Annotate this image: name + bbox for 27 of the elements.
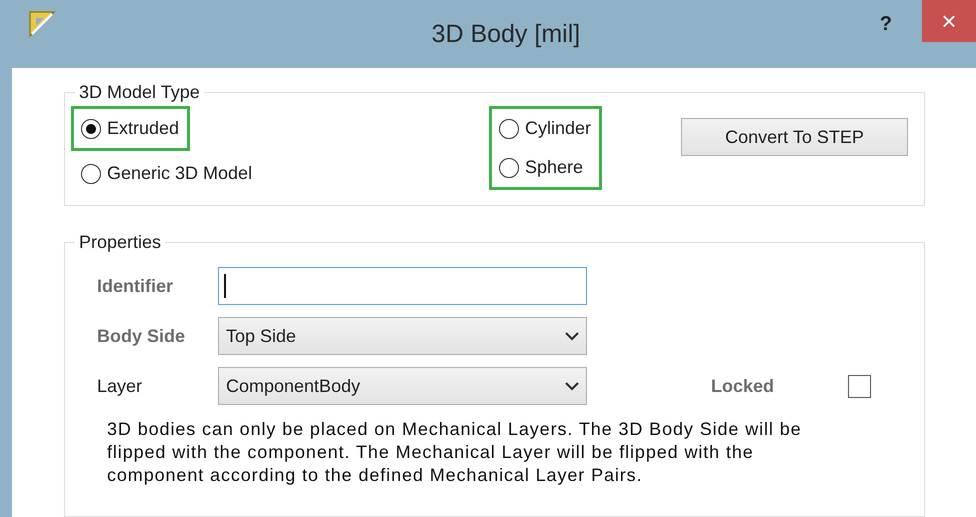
convert-button[interactable]: Convert To STEP	[681, 118, 908, 156]
group-label: Properties	[78, 231, 162, 253]
radio-button[interactable]	[499, 118, 519, 138]
text-field[interactable]	[218, 267, 587, 305]
field-label: Identifier	[97, 274, 174, 298]
radio-button[interactable]	[81, 164, 101, 184]
help-button[interactable]: ?	[880, 12, 892, 36]
field-label: Layer	[97, 374, 144, 398]
checkbox[interactable]	[848, 374, 871, 398]
radio-label: Generic 3D Model	[107, 162, 252, 185]
window-title: 3D Body [mil]	[432, 19, 580, 50]
chevron-down-icon	[565, 331, 579, 341]
radio-label: Extruded	[107, 117, 180, 140]
dropdown[interactable]: ComponentBody	[218, 367, 587, 405]
radio-button[interactable]	[499, 158, 519, 178]
field-label: Body Side	[97, 324, 186, 348]
text-cursor	[224, 274, 226, 298]
checkbox-label: Locked	[711, 374, 776, 398]
group-label: 3D Model Type	[78, 81, 201, 103]
ruler-triangle-icon	[28, 10, 56, 38]
chevron-down-icon	[565, 381, 579, 391]
info-text: 3D bodies can only be placed on Mechanical Layers. The 3D Body Side will be flipped with the component. The Mechanical Layer will be flipped with the component according to the defined Mechanical Layer Pairs.	[107, 418, 803, 487]
radio-button[interactable]	[81, 118, 101, 138]
radio-label: Sphere	[525, 156, 584, 179]
close-button[interactable]: ×	[922, 0, 976, 42]
dropdown[interactable]: Top Side	[218, 317, 587, 355]
radio-label: Cylinder	[525, 117, 592, 140]
